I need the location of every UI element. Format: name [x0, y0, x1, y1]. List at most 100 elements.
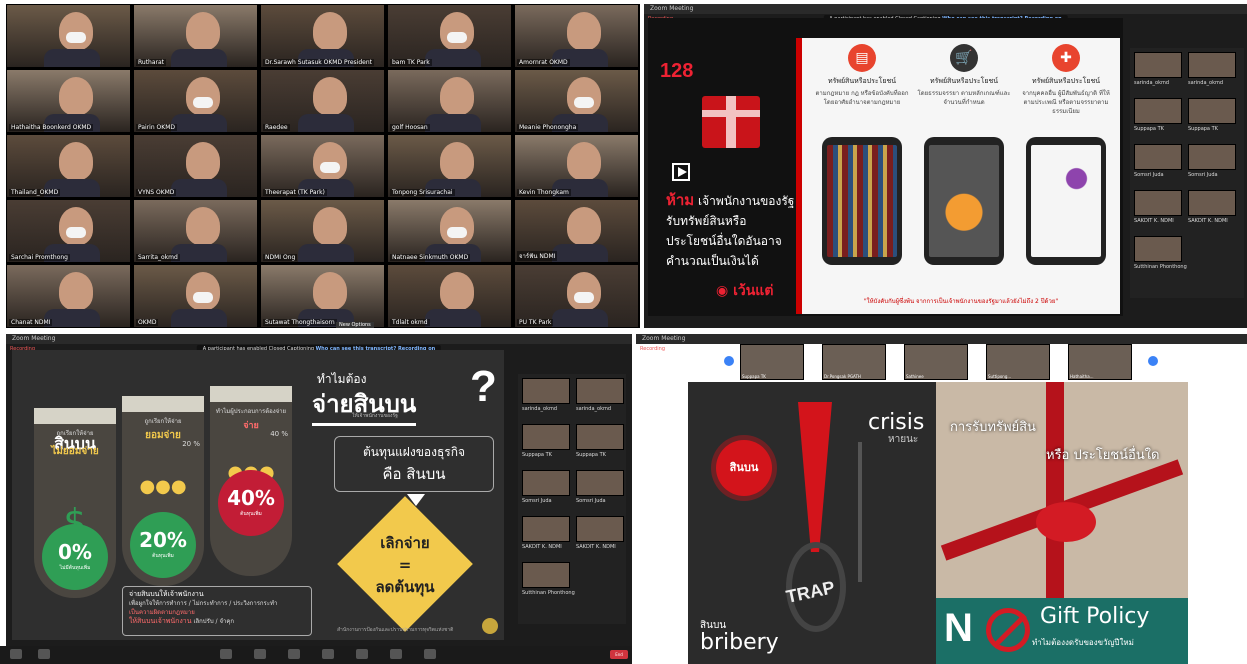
rope-icon [858, 442, 862, 582]
sidebar-participant-name: Sutthinan Phonthong [1134, 264, 1187, 270]
video-tile[interactable]: Sarrita_okmd [133, 199, 258, 263]
participant-face [566, 272, 601, 311]
video-tile[interactable]: Sarchai Promthong [6, 199, 131, 263]
control-reactions-icon[interactable] [356, 649, 368, 659]
video-tile[interactable]: Tdlalt okmd [387, 264, 512, 328]
top-strip-name: Suttipong... [988, 374, 1012, 379]
sidebar-thumbnail[interactable] [576, 470, 624, 496]
building-icon [34, 408, 116, 424]
participant-name: Theerapat (TK Park) [263, 189, 327, 196]
video-tile[interactable]: Amornrat OKMD [514, 4, 639, 68]
play-icon[interactable] [672, 163, 690, 181]
video-tile[interactable]: Dr.Sarawh Sutasuk OKMD President [260, 4, 385, 68]
control-record-icon[interactable] [322, 649, 334, 659]
participant-body [297, 244, 354, 262]
video-tile[interactable]: Raedee [260, 69, 385, 133]
sidebar-thumbnail[interactable] [522, 378, 570, 404]
sidebar-thumbnail[interactable] [1188, 190, 1236, 216]
sidebar-participant-name: sarinda_okmd [576, 406, 612, 412]
top-strip-thumbnail[interactable]: Suppapa TK [740, 344, 804, 380]
participant-name: Amornrat OKMD [517, 59, 570, 66]
sidebar-thumbnail[interactable] [576, 424, 624, 450]
top-strip-thumbnail[interactable]: Suttipong... [986, 344, 1050, 380]
participant-face [185, 207, 220, 246]
sidebar-thumbnail[interactable] [1188, 52, 1236, 78]
video-tile[interactable]: OKMD [133, 264, 258, 328]
sidebar-thumbnail[interactable] [1134, 144, 1182, 170]
control-participants-icon[interactable] [220, 649, 232, 659]
sidebar-thumbnail[interactable] [576, 516, 624, 542]
participant-name: จาร์ฟัน NDMI [517, 251, 558, 261]
participant-name: Rutharat [136, 59, 167, 66]
percent-circle: 40% ต้นทุนเพิ่ม [218, 470, 284, 536]
control-whiteboards-icon[interactable] [424, 649, 436, 659]
gift-policy-title: Gift Policy [1040, 604, 1150, 629]
participant-face [185, 272, 220, 311]
box-line: ให้สินบนเจ้าพนักงาน เลิกปรับ / จำคุก [129, 617, 235, 625]
top-strip-thumbnail[interactable]: Hathaitha... [1068, 344, 1132, 380]
sidebar-thumbnail[interactable] [576, 378, 624, 404]
control-unmute-icon[interactable] [10, 649, 22, 659]
ban-text: ห้าม เจ้าพนักงานของรัฐรับทรัพย์สินหรือปร… [666, 190, 796, 271]
building-icon [122, 396, 204, 412]
column-relatives: ✚ ทรัพย์สินหรือประโยชน์ จากบุคคลอื่น ผู้… [1018, 44, 1114, 265]
top-strip-name: Dr.Pongsak PGATH [824, 374, 861, 379]
slide-footer: "ให้บังคับกับผู้ซึ่งพ้น จากการเป็นเจ้าพน… [863, 298, 1059, 305]
video-tile[interactable]: PU TK Park [514, 264, 639, 328]
sidebar-participant-name: sarinda_okmd [522, 406, 558, 412]
end-meeting-button[interactable]: End [610, 650, 628, 659]
sidebar-thumbnail[interactable] [1134, 236, 1182, 262]
participant-name: Natnaee Sinkmuth OKMD [390, 254, 471, 261]
book-icon: ▤ [848, 44, 876, 72]
window-title: Zoom Meeting [650, 5, 694, 12]
sidebar-thumbnail[interactable] [1134, 98, 1182, 124]
next-page-button[interactable] [1148, 356, 1158, 366]
video-tile[interactable]: Rutharat [133, 4, 258, 68]
sidebar-thumbnail[interactable] [1134, 52, 1182, 78]
video-tile[interactable]: Chanat NDMI [6, 264, 131, 328]
video-tile[interactable]: จาร์ฟัน NDMI [514, 199, 639, 263]
sidebar-thumbnail[interactable] [1188, 98, 1236, 124]
control-chat-icon[interactable] [254, 649, 266, 659]
control-share-screen-icon[interactable] [288, 649, 300, 659]
sidebar-thumbnail[interactable] [522, 424, 570, 450]
control-start-video-icon[interactable] [38, 649, 50, 659]
control-apps-icon[interactable] [390, 649, 402, 659]
bribe-note-box: จ่ายสินบนให้เจ้าพนักงาน เพื่อผูกใจให้การ… [122, 586, 312, 636]
participant-face [58, 142, 93, 181]
sidebar-thumbnail[interactable] [522, 470, 570, 496]
sidebar-thumbnail[interactable] [1134, 190, 1182, 216]
participant-face [566, 12, 601, 51]
video-tile[interactable]: Kevin Thongkam [514, 134, 639, 198]
video-tile[interactable]: Hathaitha Boonkerd OKMD [6, 69, 131, 133]
sidebar-thumbnail[interactable] [522, 516, 570, 542]
new-options-chip[interactable]: New Options [336, 322, 374, 328]
participant-name: Sutawat Thongthaisorn [263, 319, 337, 326]
video-tile[interactable]: Natnaee Sinkmuth OKMD [387, 199, 512, 263]
video-tile[interactable]: Sutawat Thongthaisorn [260, 264, 385, 328]
top-strip-thumbnail[interactable]: Dr.Pongsak PGATH [822, 344, 886, 380]
participant-face [185, 12, 220, 51]
video-tile[interactable] [6, 4, 131, 68]
top-strip-thumbnail[interactable]: Sathinee [904, 344, 968, 380]
prev-page-button[interactable] [724, 356, 734, 366]
video-tile[interactable]: VYNS OKMD [133, 134, 258, 198]
video-tile[interactable]: Meanie Phonongha [514, 69, 639, 133]
video-tile[interactable]: Theerapat (TK Park) [260, 134, 385, 198]
video-tile[interactable]: Tonpong Srisurachai [387, 134, 512, 198]
sidebar-thumbnail[interactable] [1188, 144, 1236, 170]
top-strip-name: Suppapa TK [742, 374, 766, 379]
video-tile[interactable]: golf Hoosan [387, 69, 512, 133]
pillar-text: ถูกเรียกให้จ่าย ยอมจ่าย 20 % [144, 418, 201, 448]
video-tile[interactable]: bam TK Park [387, 4, 512, 68]
video-tile[interactable]: Thailand_OKMD [6, 134, 131, 198]
except-label: ◉ เว้นแต่ [716, 283, 774, 299]
participant-name: Dr.Sarawh Sutasuk OKMD President [263, 59, 374, 66]
sidebar-participant-name: Suppapa TK [522, 452, 552, 458]
slide-number: 128 [660, 60, 694, 82]
bribe-splat: สินบน [716, 440, 772, 496]
video-tile[interactable]: Pairin OKMD [133, 69, 258, 133]
video-tile[interactable]: NDMI Ong [260, 199, 385, 263]
accept-label-2: หรือ ประโยชน์อื่นใด [1046, 448, 1160, 463]
sidebar-thumbnail[interactable] [522, 562, 570, 588]
